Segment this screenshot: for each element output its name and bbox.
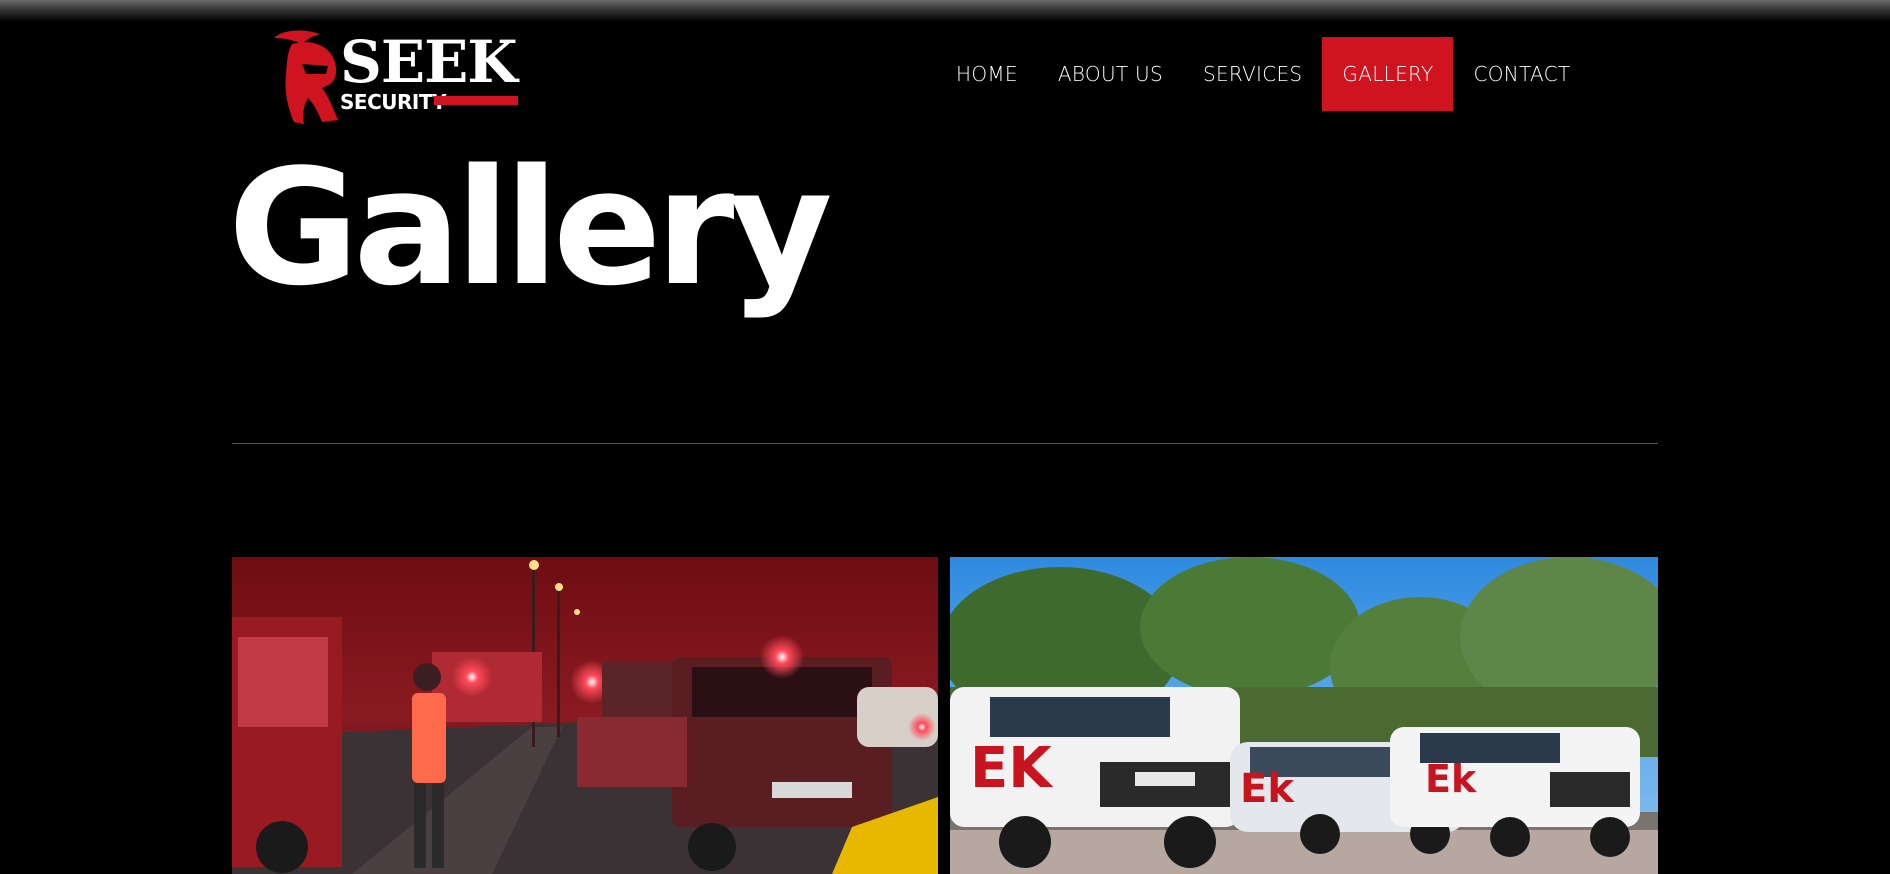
nav-contact[interactable]: CONTACT: [1453, 37, 1590, 111]
gallery-image[interactable]: EK Ek Ek: [950, 557, 1658, 874]
logo-bar: [434, 96, 518, 105]
svg-text:Ek: Ek: [1240, 766, 1295, 812]
nav-services[interactable]: SERVICES: [1183, 37, 1322, 111]
svg-text:EK: EK: [970, 736, 1054, 801]
logo-sub: SECURITY: [340, 90, 446, 114]
logo-word: SEEK: [340, 28, 518, 96]
nav-gallery[interactable]: GALLERY: [1322, 37, 1454, 111]
top-shadow: [0, 0, 1890, 22]
spartan-helmet-icon: [274, 30, 338, 124]
gallery-image[interactable]: [232, 557, 938, 874]
divider: [232, 443, 1658, 444]
site-logo[interactable]: SEEK SECURITY: [272, 30, 522, 130]
nav-home[interactable]: HOME: [936, 37, 1038, 111]
svg-text:Ek: Ek: [1425, 757, 1477, 801]
main-nav: HOME ABOUT US SERVICES GALLERY CONTACT: [936, 37, 1590, 111]
nav-about-us[interactable]: ABOUT US: [1038, 37, 1183, 111]
page-title: Gallery: [228, 134, 833, 321]
